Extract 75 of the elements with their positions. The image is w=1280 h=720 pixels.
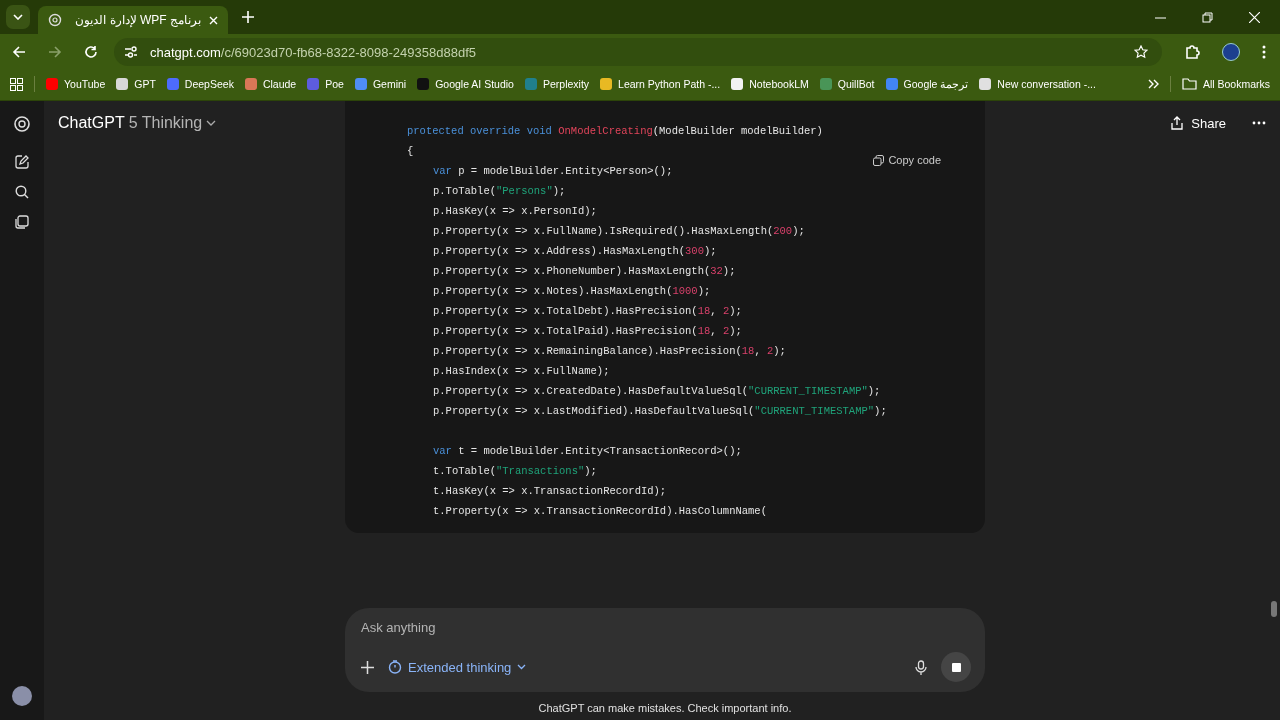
user-avatar[interactable] xyxy=(12,686,32,706)
bookmark[interactable]: Perplexity xyxy=(524,78,590,90)
bookmark[interactable]: Claude xyxy=(244,78,297,90)
chevron-down-icon xyxy=(13,14,23,20)
close-icon[interactable] xyxy=(209,15,218,25)
openai-logo-icon xyxy=(48,13,62,27)
model-selector[interactable]: ChatGPT 5 Thinking xyxy=(58,114,217,132)
code-line: p.HasKey(x => x.PersonId); xyxy=(433,204,597,219)
chevron-down-icon xyxy=(206,120,217,126)
timer-icon xyxy=(388,660,402,674)
code-line: var p = modelBuilder.Entity<Person>(); xyxy=(433,164,673,179)
code-line: p.Property(x => x.LastModified).HasDefaultValueSql("CURRENT_TIMESTAMP"); xyxy=(433,404,887,419)
forward-arrow-icon[interactable] xyxy=(48,45,62,59)
search-icon[interactable] xyxy=(15,185,29,199)
plus-icon[interactable] xyxy=(361,660,374,674)
code-line: { xyxy=(407,144,414,159)
bookmark[interactable]: New conversation -... xyxy=(979,78,1096,90)
address-bar[interactable]: chatgpt.com/c/69023d70-fb68-8322-8098-249358d88df5 xyxy=(114,38,1162,66)
bookmark[interactable]: Learn Python Path -... xyxy=(600,78,721,90)
code-line: protected override void OnModelCreating(ModelBuilder modelBuilder) xyxy=(407,124,823,139)
code-line: p.Property(x => x.Address).HasMaxLength(300); xyxy=(433,244,717,259)
code-line: p.Property(x => x.RemainingBalance).HasPrecision(18, 2); xyxy=(433,344,786,359)
code-line: t.ToTable("Transactions"); xyxy=(433,464,597,479)
chevron-down-icon xyxy=(517,664,527,670)
url-text: chatgpt.com/c/69023d70-fb68-8322-8098-249358d88df5 xyxy=(150,44,476,60)
bookmark[interactable]: QuillBot xyxy=(819,78,875,90)
code-line: p.Property(x => x.Notes).HasMaxLength(1000); xyxy=(433,284,711,299)
openai-logo-icon[interactable] xyxy=(13,115,31,133)
profile-avatar[interactable] xyxy=(1222,43,1240,61)
code-line: var t = modelBuilder.Entity<TransactionRecord>(); xyxy=(433,444,742,459)
bookmark[interactable]: DeepSeek xyxy=(166,78,234,90)
code-line: t.HasKey(x => x.TransactionRecordId); xyxy=(433,484,667,499)
bookmark[interactable]: GPT xyxy=(116,78,156,90)
share-icon xyxy=(1170,116,1185,130)
code-line: p.Property(x => x.TotalPaid).HasPrecision(18, 2); xyxy=(433,324,742,339)
code-line: p.ToTable("Persons"); xyxy=(433,184,566,199)
thinking-mode-button[interactable]: Extended thinking xyxy=(388,659,527,675)
restore-icon[interactable] xyxy=(1202,11,1213,23)
reload-icon[interactable] xyxy=(84,45,98,59)
copy-icon xyxy=(873,154,885,166)
tab-search-button[interactable] xyxy=(6,5,30,29)
tab-title: برنامج WPF لإدارة الديون xyxy=(74,13,201,27)
message-input[interactable]: Ask anything xyxy=(361,620,971,635)
share-button[interactable]: Share xyxy=(1164,114,1232,132)
copy-code-button[interactable]: Copy code xyxy=(867,153,947,167)
disclaimer-text: ChatGPT can make mistakes. Check important info. xyxy=(538,702,792,714)
star-icon[interactable] xyxy=(1134,45,1148,59)
bookmark[interactable]: YouTube xyxy=(46,78,106,90)
code-line: p.Property(x => x.CreatedDate).HasDefaultValueSql("CURRENT_TIMESTAMP"); xyxy=(433,384,881,399)
code-line: p.HasIndex(x => x.FullName); xyxy=(433,364,610,379)
all-bookmarks-button[interactable]: All Bookmarks xyxy=(1181,78,1270,90)
microphone-icon[interactable] xyxy=(915,659,927,675)
code-line: p.Property(x => x.PhoneNumber).HasMaxLength(32); xyxy=(433,264,736,279)
puzzle-icon[interactable] xyxy=(1184,44,1200,60)
back-arrow-icon[interactable] xyxy=(12,45,26,59)
folder-icon xyxy=(1181,78,1197,90)
bookmark[interactable]: NotebookLM xyxy=(731,78,809,90)
edit-icon[interactable] xyxy=(15,155,29,169)
bookmark[interactable]: Google ترجمة xyxy=(885,78,969,90)
bookmark[interactable]: Gemini xyxy=(354,78,407,90)
new-tab-icon[interactable] xyxy=(242,11,254,23)
browser-tab[interactable]: برنامج WPF لإدارة الديون xyxy=(38,6,228,34)
double-chevron-icon[interactable] xyxy=(1147,79,1159,89)
more-vertical-icon[interactable] xyxy=(1262,45,1266,59)
site-settings-icon[interactable] xyxy=(124,46,138,58)
code-line: t.Property(x => x.TransactionRecordId).HasColumnName( xyxy=(433,504,767,519)
apps-grid-icon[interactable] xyxy=(10,77,23,91)
code-line: p.Property(x => x.TotalDebt).HasPrecision(18, 2); xyxy=(433,304,742,319)
bookmark[interactable]: Poe xyxy=(307,78,344,90)
stop-button[interactable] xyxy=(941,652,971,682)
images-icon[interactable] xyxy=(15,215,29,229)
bookmark[interactable]: Google AI Studio xyxy=(417,78,514,90)
code-line: p.Property(x => x.FullName).IsRequired().HasMaxLength(200); xyxy=(433,224,805,239)
more-horizontal-icon[interactable] xyxy=(1252,121,1266,125)
close-icon[interactable] xyxy=(1249,11,1260,23)
